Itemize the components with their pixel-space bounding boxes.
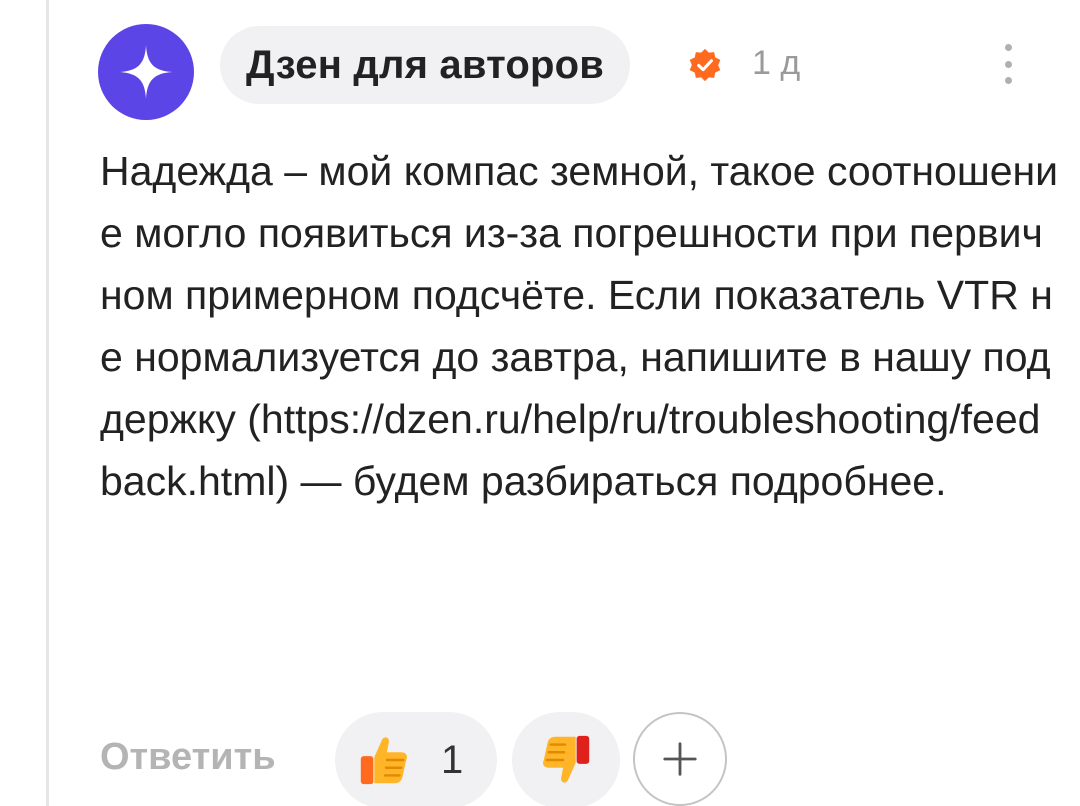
verified-check-icon (689, 48, 721, 82)
like-button[interactable]: 1 (335, 712, 497, 806)
add-reaction-button[interactable] (633, 712, 727, 806)
dislike-button[interactable] (512, 712, 620, 806)
thumbs-down-icon (543, 735, 590, 783)
comment-time: 1 д (752, 44, 801, 82)
reply-button[interactable]: Ответить (100, 736, 276, 779)
author-name[interactable]: Дзен для авторов (220, 26, 631, 104)
thread-line (46, 0, 49, 806)
like-count: 1 (441, 737, 464, 782)
avatar[interactable] (98, 24, 194, 120)
comment-text: Надежда – мой компас земной, такое соотн… (100, 148, 1059, 504)
more-vertical-icon[interactable] (996, 44, 1020, 84)
plus-icon (663, 742, 697, 776)
thumbs-up-icon (360, 737, 407, 785)
dzen-star-logo-icon (119, 45, 173, 99)
